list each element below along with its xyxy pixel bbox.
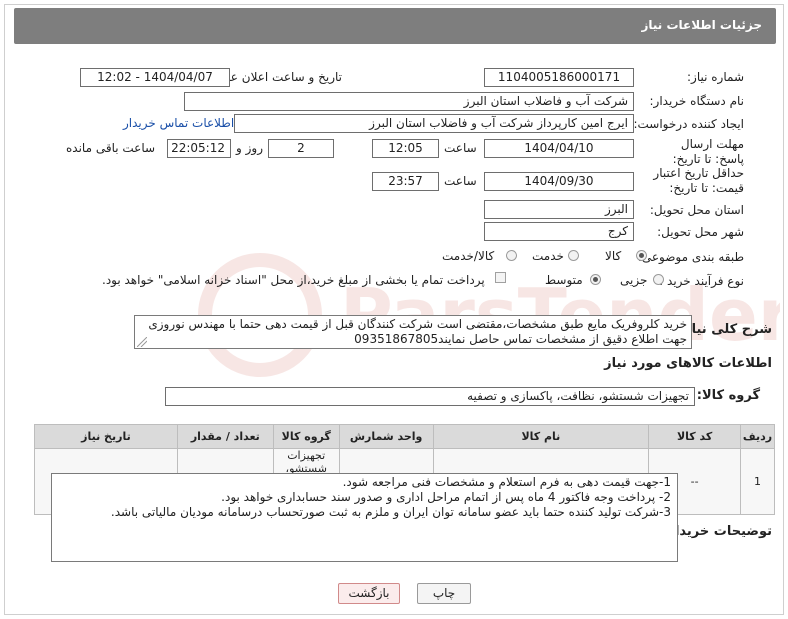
process-label: نوع فرآیند خرید : [659, 274, 744, 288]
goods-group-field[interactable]: تجهیزات شستشو، نظافت، پاکسازی و تصفیه [165, 387, 695, 406]
deadline-time-label: ساعت [444, 141, 477, 155]
remaining-time-field[interactable]: 22:05:12 [167, 139, 231, 158]
province-label: استان محل تحویل: [649, 203, 744, 217]
treasury-payment-checkbox[interactable] [495, 272, 506, 283]
city-label: شهر محل تحویل: [657, 225, 744, 239]
goods-section-title: اطلاعات کالاهای مورد نیاز [604, 356, 772, 371]
deadline-label: مهلت ارسال پاسخ: تا تاریخ: [672, 137, 744, 166]
resize-grip-icon[interactable] [137, 337, 147, 347]
requester-label: ایجاد کننده درخواست: [633, 117, 744, 131]
category-option-service: خدمت [532, 249, 564, 263]
buyer-org-label: نام دستگاه خریدار: [649, 94, 745, 108]
buyer-notes-textarea[interactable]: 1-جهت قیمت دهی به فرم استعلام و مشخصات ف… [51, 473, 678, 562]
category-radio-service[interactable] [568, 250, 579, 261]
days-field[interactable]: 2 [268, 139, 334, 158]
process-option-medium: متوسط [545, 273, 583, 287]
buyer-org-field[interactable]: شرکت آب و فاضلاب استان البرز [184, 92, 634, 111]
col-qty: تعداد / مقدار [176, 424, 274, 449]
buyer-note-line-1: 1-جهت قیمت دهی به فرم استعلام و مشخصات ف… [342, 475, 671, 489]
category-option-goods: کالا [605, 249, 622, 263]
col-row: ردیف [740, 424, 775, 449]
category-label: طبقه بندی موضوعی: [637, 250, 744, 264]
need-number-label: شماره نیاز: [687, 70, 744, 84]
description-label: شرح کلی نیاز: [678, 322, 772, 337]
category-radio-goods-service[interactable] [506, 250, 517, 261]
validity-date-field[interactable]: 1404/09/30 [484, 172, 634, 191]
description-textarea[interactable]: خرید کلروفریک مایع طبق مشخصات،مقتضی است … [134, 315, 692, 349]
deadline-date-field[interactable]: 1404/04/10 [484, 139, 634, 158]
validity-time-field[interactable]: 23:57 [372, 172, 439, 191]
process-radio-minor[interactable] [653, 274, 664, 285]
back-button[interactable]: بازگشت [338, 583, 400, 604]
deadline-time-field[interactable]: 12:05 [372, 139, 439, 158]
goods-group-label: گروه کالا: [696, 388, 760, 403]
category-option-goods-service: کالا/خدمت [442, 249, 495, 263]
buyer-contact-link[interactable]: اطلاعات تماس خریدار [123, 116, 234, 130]
treasury-payment-note: پرداخت تمام یا بخشی از مبلغ خرید،از محل … [102, 273, 485, 287]
process-option-minor: جزیی [620, 273, 648, 287]
col-name: نام کالا [432, 424, 650, 449]
buyer-note-line-3: 3-شرکت تولید کننده حتما باید عضو سامانه … [110, 505, 671, 519]
days-label: روز و [236, 141, 263, 155]
province-field[interactable]: البرز [484, 200, 634, 219]
buyer-note-line-2: 2- پرداخت وجه فاکتور 4 ماه پس از اتمام م… [221, 490, 671, 504]
page-header: جزئیات اطلاعات نیاز [14, 8, 776, 44]
process-radio-medium[interactable] [590, 274, 601, 285]
col-group: گروه کالا [272, 424, 340, 449]
announce-field[interactable]: 1404/04/07 - 12:02 [80, 68, 230, 87]
validity-label: حداقل تاریخ اعتبار قیمت: تا تاریخ: [653, 166, 744, 195]
buyer-notes-label: توضیحات خریدار: [662, 524, 772, 539]
cell-row: 1 [740, 448, 775, 515]
goods-table-header: ردیف کد کالا نام کالا واحد شمارش گروه کا… [34, 424, 775, 449]
col-date: تاریخ نیاز [34, 424, 178, 449]
category-radio-goods[interactable] [636, 250, 647, 261]
col-code: کد کالا [648, 424, 742, 449]
remaining-time-label: ساعت باقی مانده [66, 141, 156, 155]
col-unit: واحد شمارش [338, 424, 434, 449]
page-title: جزئیات اطلاعات نیاز [641, 18, 762, 32]
need-number-field[interactable]: 1104005186000171 [484, 68, 634, 87]
requester-field[interactable]: ایرج امین کارپرداز شرکت آب و فاضلاب استا… [234, 114, 634, 133]
city-field[interactable]: کرج [484, 222, 634, 241]
validity-time-label: ساعت [444, 174, 477, 188]
print-button[interactable]: چاپ [417, 583, 471, 604]
